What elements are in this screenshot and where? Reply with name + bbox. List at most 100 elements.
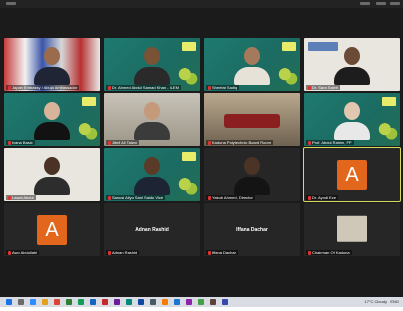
participant-name: Chairman Of Kaduna — [306, 250, 352, 255]
mic-muted-icon — [108, 85, 111, 90]
participant-name: Ivana Basic — [6, 140, 35, 145]
org-logo-icon — [382, 97, 396, 106]
participant-gallery: Japan Embassy / Abuja Ambassador Dr. Ahm… — [4, 38, 401, 311]
windows-start-icon[interactable] — [6, 299, 12, 305]
app-icon[interactable] — [198, 299, 204, 305]
teams-icon[interactable] — [114, 299, 120, 305]
mic-muted-icon — [308, 250, 311, 255]
settings-icon[interactable] — [150, 299, 156, 305]
file-explorer-icon[interactable] — [42, 299, 48, 305]
participant-video — [34, 45, 70, 85]
mic-muted-icon — [208, 195, 211, 200]
pdf-icon[interactable] — [102, 299, 108, 305]
participant-thumbnail — [337, 215, 367, 242]
mic-muted-icon — [308, 195, 311, 200]
mic-muted-icon — [208, 85, 211, 90]
participant-name: Prof. Abdul Rahim, FP — [306, 140, 354, 145]
participant-video — [34, 100, 70, 140]
org-logo-icon — [282, 42, 296, 51]
mic-muted-icon — [308, 85, 311, 90]
participant-tile-15[interactable]: Iffana Dachar Iffana Dachar — [204, 203, 300, 256]
participant-avatar: A — [337, 159, 367, 190]
leaf-decoration-icon — [176, 67, 198, 85]
participant-name: Adnan Rashid — [106, 250, 140, 255]
mic-muted-icon — [8, 250, 11, 255]
participant-name: Jibril Ali Taiwo — [106, 140, 139, 145]
participant-tile-8[interactable]: Prof. Abdul Rahim, FP — [304, 93, 400, 146]
org-logo-icon — [82, 97, 96, 106]
mic-muted-icon — [108, 140, 111, 145]
mic-muted-icon — [8, 85, 11, 90]
word-icon[interactable] — [90, 299, 96, 305]
edge-icon[interactable] — [174, 299, 180, 305]
participant-tile-14[interactable]: Adnan Rashid Adnan Rashid — [104, 203, 200, 256]
participant-name: Awo Abdullahi — [6, 250, 40, 255]
participant-tile-6[interactable]: Jibril Ali Taiwo — [104, 93, 200, 146]
participant-video — [134, 100, 170, 140]
video-meeting-window: Japan Embassy / Abuja Ambassador Dr. Ahm… — [0, 0, 403, 307]
leaf-decoration-icon — [376, 122, 398, 140]
participant-tile-3[interactable]: Sheefat Sadiq — [204, 38, 300, 91]
app-icon[interactable] — [210, 299, 216, 305]
participant-name: Dr. Ahmed Abdul Samad Khan - ILEM — [106, 85, 181, 90]
participant-name: Yakub Ahmed, Director — [206, 195, 255, 200]
participant-tile-1[interactable]: Japan Embassy / Abuja Ambassador — [4, 38, 100, 91]
mic-muted-icon — [8, 195, 11, 200]
participant-tile-11[interactable]: Yakub Ahmed, Director — [204, 148, 300, 201]
chrome-icon[interactable] — [54, 299, 60, 305]
app-icon[interactable] — [186, 299, 192, 305]
participant-video — [34, 155, 70, 195]
participant-name: Dr. Ayodi Eze — [306, 195, 338, 200]
titlebar-control[interactable] — [6, 2, 16, 5]
participant-video — [234, 45, 270, 85]
participant-tile-13[interactable]: A Awo Abdullahi — [4, 203, 100, 256]
participant-video — [134, 45, 170, 85]
participant-tile-5[interactable]: Ivana Basic — [4, 93, 100, 146]
app-icon[interactable] — [78, 299, 84, 305]
participant-video — [334, 100, 370, 140]
participant-center-label: Adnan Rashid — [135, 226, 169, 233]
app-icon[interactable] — [222, 299, 228, 305]
participant-name: Japan Embassy / Abuja Ambassador — [6, 85, 80, 90]
participant-video — [134, 155, 170, 195]
search-icon[interactable] — [18, 299, 24, 305]
participant-tile-16[interactable]: Chairman Of Kaduna — [304, 203, 400, 256]
mic-muted-icon — [108, 250, 111, 255]
participant-name: Sheefat Sadiq — [206, 85, 240, 90]
app-icon[interactable] — [126, 299, 132, 305]
mic-muted-icon — [308, 140, 311, 145]
participant-tile-4[interactable]: Dr. Sara Saleh — [304, 38, 400, 91]
participant-tile-10[interactable]: Sanusi Aliyu Sani Saidu Vice — [104, 148, 200, 201]
org-logo-icon — [182, 42, 196, 51]
mic-muted-icon — [8, 140, 11, 145]
participant-name: Lawal Abdul — [6, 195, 36, 200]
minimize-control[interactable] — [360, 2, 370, 5]
excel-icon[interactable] — [66, 299, 72, 305]
maximize-control[interactable] — [376, 2, 386, 5]
participant-name: Kaduna Polytechnic Board Room — [206, 140, 273, 145]
outlook-icon[interactable] — [138, 299, 144, 305]
leaf-decoration-icon — [276, 67, 298, 85]
zoom-app-icon[interactable] — [30, 299, 36, 305]
language-indicator[interactable]: ENG — [390, 299, 399, 304]
mic-muted-icon — [208, 140, 211, 145]
participant-tile-7[interactable]: Kaduna Polytechnic Board Room — [204, 93, 300, 146]
close-control[interactable] — [390, 2, 400, 5]
mic-muted-icon — [108, 195, 111, 200]
participant-tile-2[interactable]: Dr. Ahmed Abdul Samad Khan - ILEM — [104, 38, 200, 91]
org-logo-icon — [182, 152, 196, 161]
participant-tile-9[interactable]: Lawal Abdul — [4, 148, 100, 201]
weather-text[interactable]: 17°C Cloudy — [364, 299, 387, 304]
participant-video — [334, 45, 370, 85]
participant-name: Sanusi Aliyu Sani Saidu Vice — [106, 195, 166, 200]
mic-muted-icon — [208, 250, 211, 255]
participant-video — [222, 100, 282, 140]
window-titlebar — [0, 0, 403, 8]
participant-tile-12-active-speaker[interactable]: A Dr. Ayodi Eze — [303, 147, 401, 202]
app-icon[interactable] — [162, 299, 168, 305]
participant-name: Iffana Dachar — [206, 250, 238, 255]
participant-center-label: Iffana Dachar — [236, 226, 268, 233]
participant-avatar: A — [37, 214, 67, 245]
leaf-decoration-icon — [76, 122, 98, 140]
windows-taskbar: 17°C Cloudy ENG — [0, 297, 403, 307]
